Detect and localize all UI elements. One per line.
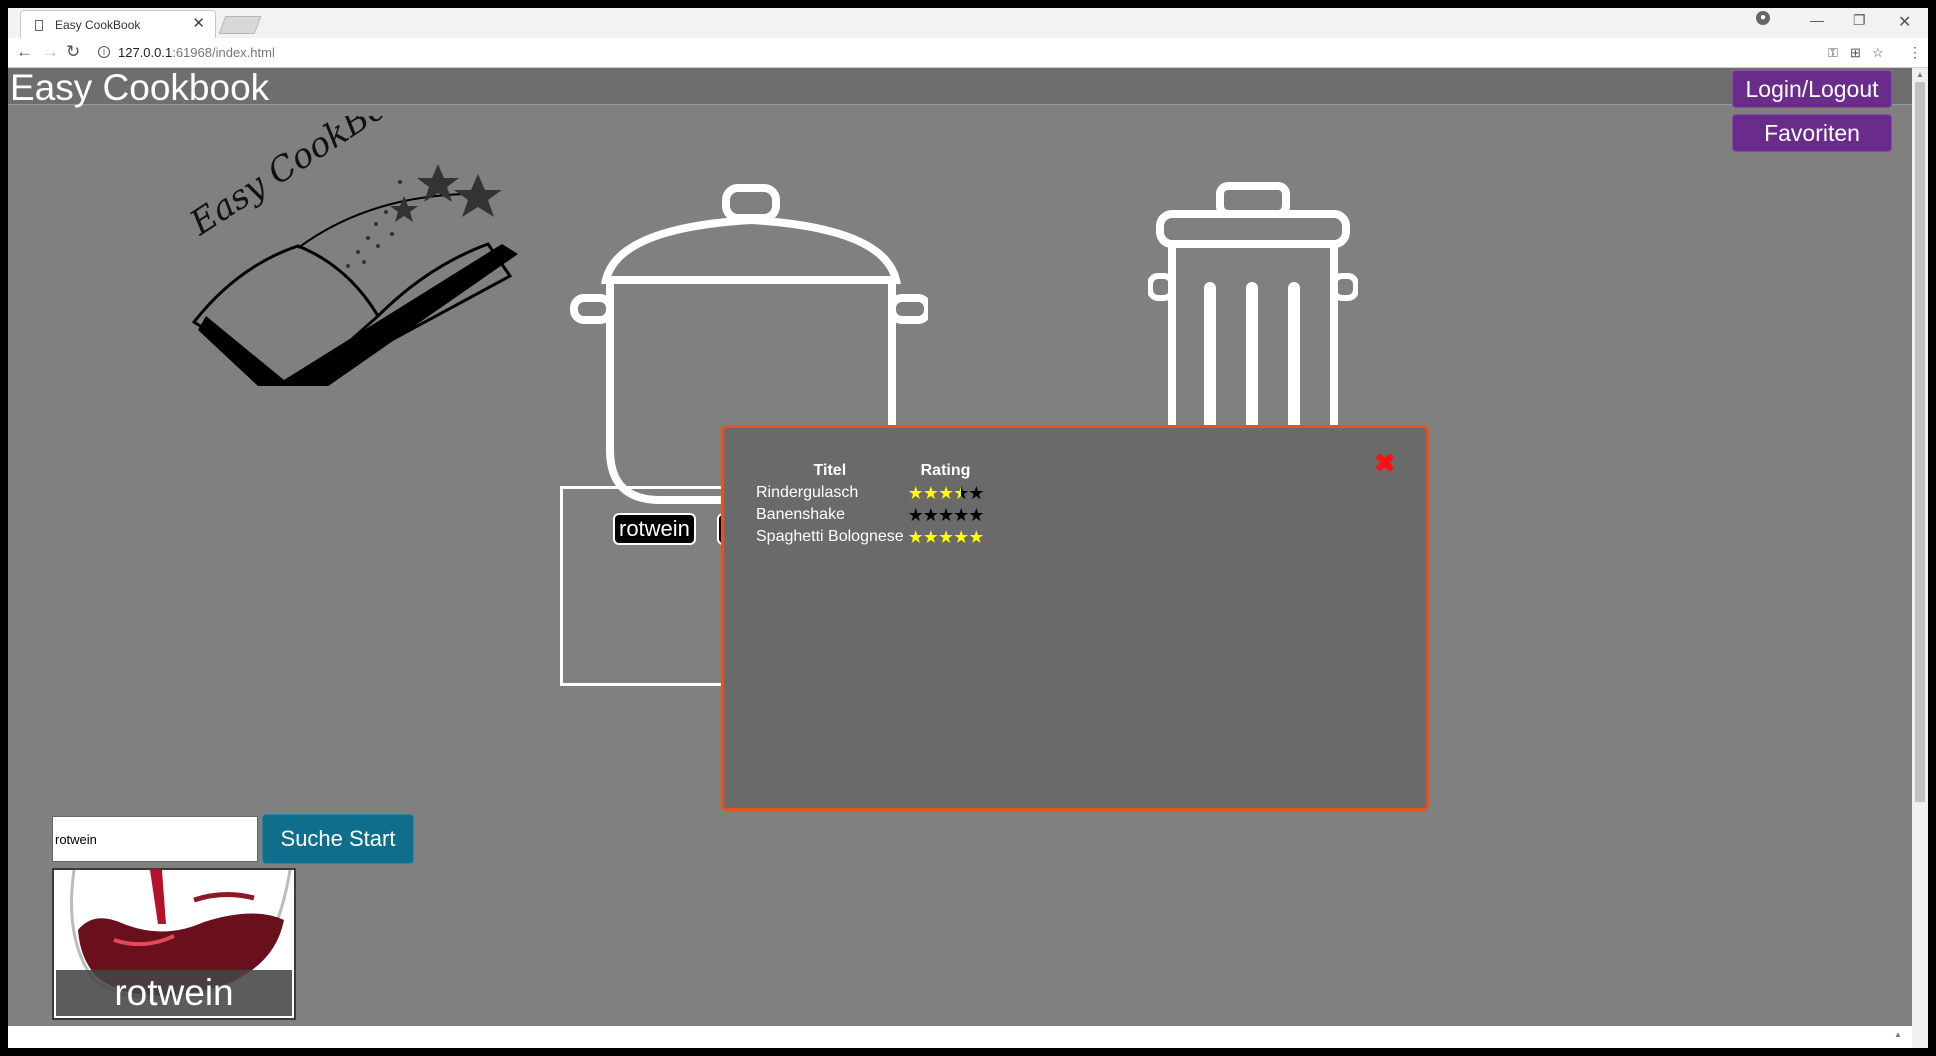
new-tab-button[interactable] [218,16,262,34]
profile-icon[interactable]: ● [1756,11,1770,25]
reload-icon[interactable]: ↻ [66,43,80,61]
close-icon[interactable]: ✖ [1374,450,1396,476]
browser-tab[interactable]: Easy CookBook ✕ [20,10,216,38]
close-window-button[interactable]: ✕ [1898,12,1911,32]
search-input[interactable] [52,816,258,862]
logo-script: Easy CookBook [182,116,428,244]
ingredient-chip[interactable]: rotwein [613,513,696,545]
favorites-button[interactable]: Favoriten [1732,114,1892,152]
recipe-title[interactable]: Spaghetti Bolognese [754,526,906,548]
scroll-up-arrow-icon[interactable]: ▲ [1894,1030,1902,1039]
restore-button[interactable]: ❐ [1853,12,1866,29]
taskbar-edge [0,1048,1936,1056]
star-rating[interactable]: ★★★★★★★★★★ [906,504,986,526]
column-header-rating: Rating [920,462,971,479]
address-bar[interactable]: i 127.0.0.1:61968/index.html ⚿ ⊞ ☆ [98,42,1884,64]
rating-row[interactable]: Spaghetti Bolognese ★★★★★ ★★★★★ [754,526,985,548]
ratings-table: Titel Rating Rindergulasch★★★★★★★★★★Bane… [754,460,985,548]
easy-cookbook-logo: Easy CookBook [182,116,518,386]
rating-row[interactable]: Banenshake★★★★★★★★★★ [754,504,985,526]
forward-arrow-icon[interactable]: → [42,43,59,61]
vertical-scrollbar[interactable]: ▲ [1912,68,1928,1056]
ratings-modal: ✖ Titel Rating Rindergulasch★★★★★★★★★★Ba… [721,425,1429,811]
result-card[interactable]: rotwein [52,868,296,1020]
minimize-button[interactable]: — [1810,12,1824,28]
key-icon[interactable]: ⚿ [1828,45,1838,61]
recipe-title[interactable]: Banenshake [754,504,906,526]
rating-row[interactable]: Rindergulasch★★★★★★★★★★ [754,482,985,504]
tab-close-icon[interactable]: ✕ [192,16,205,32]
bookmark-star-icon[interactable]: ☆ [1872,45,1884,61]
star-rating[interactable]: ★★★★★★★★★★ [906,482,986,504]
star-icons[interactable]: ★★★★★★★★★★ [908,505,985,525]
browser-menu-icon[interactable]: ⋮ [1908,44,1922,61]
star-icons[interactable]: ★★★★★★★★★★ [908,483,985,503]
info-icon[interactable]: i [98,46,110,58]
back-arrow-icon[interactable]: ← [16,43,33,61]
translate-icon[interactable]: ⊞ [1850,45,1861,61]
page-icon [35,20,43,31]
scrollbar-thumb[interactable] [1915,82,1925,802]
site-title: Easy Cookbook [10,68,270,108]
recipe-title[interactable]: Rindergulasch [754,482,906,504]
browser-window: Easy CookBook ✕ ● — ❐ ✕ ← → ↻ i 127.0.0.… [8,8,1928,1056]
result-card-label: rotwein [56,970,292,1016]
star-rating[interactable]: ★★★★★★★★★★ [906,526,986,548]
page-content: Easy Cookbook Login/Logout Favoriten Eas… [8,68,1912,1056]
star-icons[interactable]: ★★★★★★★★★★ [908,527,985,547]
url-text[interactable]: 127.0.0.1:61968/index.html [118,45,275,60]
address-toolbar: ← → ↻ i 127.0.0.1:61968/index.html ⚿ ⊞ ☆… [8,38,1928,68]
tab-title: Easy CookBook [55,18,141,32]
site-header: Easy Cookbook [8,68,1912,108]
column-header-title: Titel [813,462,847,479]
search-start-button[interactable]: Suche Start [262,814,414,864]
tab-strip: Easy CookBook ✕ ● — ❐ ✕ [8,8,1928,38]
scroll-up-icon[interactable]: ▲ [1916,70,1924,79]
login-logout-button[interactable]: Login/Logout [1732,70,1892,108]
